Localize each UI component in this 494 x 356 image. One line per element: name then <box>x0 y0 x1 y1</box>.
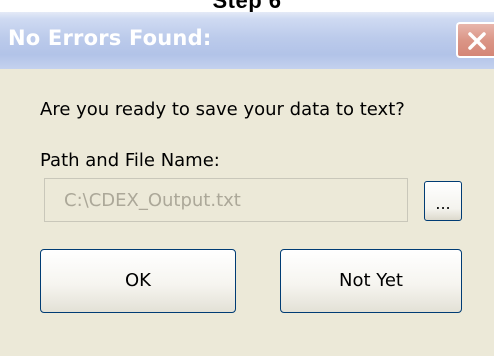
path-input[interactable] <box>44 178 408 222</box>
browse-button[interactable]: ... <box>424 181 462 221</box>
close-x-icon <box>468 32 486 50</box>
ok-button[interactable]: OK <box>40 249 236 313</box>
title-bar[interactable]: No Errors Found: <box>0 12 494 69</box>
not-yet-button[interactable]: Not Yet <box>280 249 462 313</box>
save-question-text: Are you ready to save your data to text? <box>40 99 405 120</box>
dialog-title: No Errors Found: <box>8 26 212 50</box>
path-label: Path and File Name: <box>40 150 220 171</box>
close-button[interactable] <box>456 22 494 58</box>
step-caption: Step 6 <box>212 0 282 13</box>
dialog-window: No Errors Found: Are you ready to save y… <box>0 12 494 356</box>
